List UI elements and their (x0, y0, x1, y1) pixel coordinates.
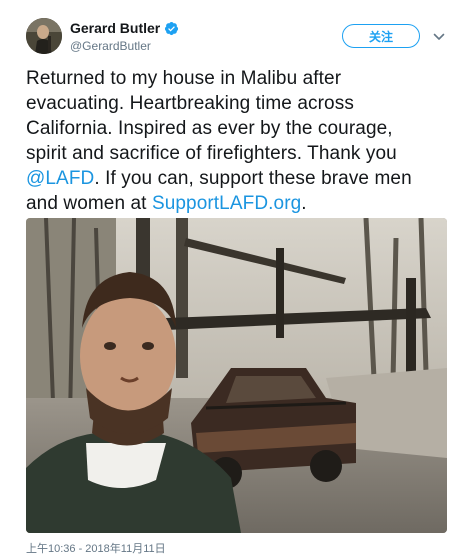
tweet-text-fragment: . If you can, support these brave men (94, 168, 412, 189)
tweet-card: Gerard Butler @GerardButler 关注 Returned … (0, 0, 472, 555)
tweet-text-line: Returned to my house in Malibu after (26, 68, 342, 89)
follow-button[interactable]: 关注 (342, 24, 420, 48)
tweet-text-line: and women at SupportLAFD.org. (26, 191, 456, 216)
tweet-text: Returned to my house in Malibu after eva… (26, 66, 456, 216)
tweet-text-line: evacuating. Heartbreaking time across (26, 93, 354, 114)
avatar-image (26, 18, 62, 54)
photo-fire-ruins-selfie (26, 218, 447, 533)
tweet-timestamp[interactable]: 上午10:36 - 2018年11月11日 (26, 540, 166, 556)
tweet-text-line: spirit and sacrifice of firefighters. Th… (26, 143, 397, 164)
tweet-text-line: @LAFD. If you can, support these brave m… (26, 166, 456, 191)
user-handle[interactable]: @GerardButler (70, 39, 151, 53)
chevron-down-icon[interactable] (432, 30, 446, 44)
tweet-text-fragment: and women at (26, 193, 152, 214)
tweet-photo[interactable] (26, 218, 447, 533)
verified-badge-icon (165, 21, 179, 35)
support-lafd-link[interactable]: SupportLAFD.org (152, 193, 301, 214)
mention-link-lafd[interactable]: @LAFD (26, 168, 94, 189)
tweet-text-line: California. Inspired as ever by the cour… (26, 118, 393, 139)
follow-button-label: 关注 (368, 29, 393, 44)
avatar[interactable] (26, 18, 62, 54)
display-name[interactable]: Gerard Butler (70, 20, 179, 36)
display-name-text[interactable]: Gerard Butler (70, 20, 160, 36)
tweet-text-fragment: . (301, 193, 307, 214)
